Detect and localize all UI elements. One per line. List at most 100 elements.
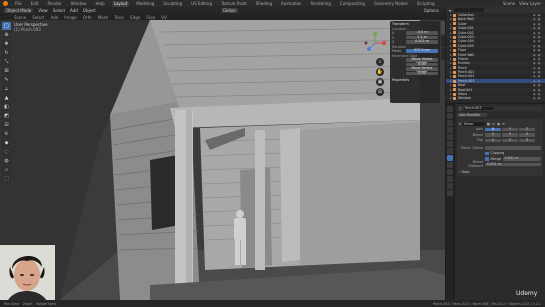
- measure-icon[interactable]: ⟂: [2, 85, 11, 93]
- header2-item[interactable]: Edge: [130, 15, 140, 20]
- zoom-icon[interactable]: ⌕: [376, 58, 384, 66]
- visibility-eye-icon[interactable]: ◉: [533, 96, 536, 100]
- tab-rendering[interactable]: Rendering: [308, 1, 332, 7]
- header2-item[interactable]: Add: [51, 15, 59, 20]
- modifier-wrench-icon[interactable]: [447, 155, 453, 161]
- view-layer-tab-icon[interactable]: [447, 127, 453, 133]
- menu-add[interactable]: Add: [70, 8, 78, 13]
- data-subpanel-header[interactable]: › Data: [459, 170, 541, 174]
- camera-render-icon[interactable]: ▣: [538, 96, 541, 100]
- physics-tab-icon[interactable]: [447, 169, 453, 175]
- 3d-viewport[interactable]: User Perspective (1) Porch.003 ⌕ ✋ ▣ ⊞: [0, 20, 445, 300]
- rotate-icon[interactable]: ↻: [2, 49, 11, 57]
- transform-section-header[interactable]: Transform: [392, 22, 438, 26]
- pan-hand-icon[interactable]: ✋: [376, 68, 384, 76]
- knife-icon[interactable]: ⚟: [2, 130, 11, 138]
- header2-item[interactable]: Orth: [83, 15, 92, 20]
- header2-item[interactable]: Mesh: [98, 15, 109, 20]
- mirror-object-field[interactable]: [485, 146, 541, 150]
- constraints-tab-icon[interactable]: [447, 176, 453, 182]
- move-icon[interactable]: ✥: [2, 40, 11, 48]
- axis-x-toggle[interactable]: X: [485, 127, 501, 131]
- scale-icon[interactable]: ⤡: [2, 58, 11, 66]
- tab-modeling[interactable]: Modeling: [134, 1, 156, 7]
- axis-y-toggle[interactable]: Y: [502, 127, 518, 131]
- edit-mode-toggle-icon[interactable]: ▦: [487, 122, 490, 126]
- inset-icon[interactable]: ◧: [2, 103, 11, 111]
- tab-sculpting[interactable]: Sculpting: [161, 1, 184, 7]
- tab-texture-paint[interactable]: Texture Paint: [219, 1, 249, 7]
- header2-item[interactable]: Select: [32, 15, 44, 20]
- menu-view[interactable]: View: [38, 8, 48, 13]
- bisect-y-toggle[interactable]: Y: [502, 132, 518, 137]
- tab-animation[interactable]: Animation: [279, 1, 303, 7]
- header2-item[interactable]: Tools: [114, 15, 124, 20]
- close-icon[interactable]: ✕: [502, 122, 505, 126]
- tab-tool[interactable]: [441, 35, 445, 47]
- tab-item[interactable]: [441, 22, 445, 34]
- rotation-mode-field[interactable]: XYZ Euler: [406, 49, 438, 53]
- viewport-toggle-icon[interactable]: ▭: [492, 122, 495, 126]
- clipping-checkbox[interactable]: [485, 151, 489, 155]
- view-layer-selector[interactable]: View Layer: [519, 1, 541, 6]
- annotate-icon[interactable]: ✎: [2, 76, 11, 84]
- merge-checkbox[interactable]: [485, 157, 489, 161]
- bevel-icon[interactable]: ◩: [2, 112, 11, 120]
- scene-tab-icon[interactable]: [447, 134, 453, 140]
- transform-orientation[interactable]: Global: [220, 8, 238, 13]
- particles-tab-icon[interactable]: [447, 162, 453, 168]
- scene-selector[interactable]: Scene: [503, 1, 515, 6]
- transform-icon[interactable]: ⊞: [2, 67, 11, 75]
- tab-layout[interactable]: Layout: [111, 0, 130, 7]
- cursor-icon[interactable]: ⊕: [2, 31, 11, 39]
- header2-item[interactable]: Face: [146, 15, 155, 20]
- merge-distance-field[interactable]: 0.001 m: [502, 156, 541, 161]
- filter-icon[interactable]: ▾: [449, 8, 451, 13]
- flip-z-toggle[interactable]: Z: [519, 138, 535, 142]
- output-tab-icon[interactable]: [447, 120, 453, 126]
- blender-logo-icon[interactable]: [3, 1, 8, 6]
- outliner-search-input[interactable]: [454, 8, 485, 12]
- menu-object[interactable]: Object: [83, 8, 96, 13]
- modifier-name-field[interactable]: Mirror: [462, 121, 485, 126]
- mode-selector[interactable]: Object Mode: [4, 8, 34, 13]
- render-toggle-icon[interactable]: ◉: [497, 122, 500, 126]
- location-z-field[interactable]: 0.502 m: [406, 40, 438, 44]
- add-cube-icon[interactable]: ⬚: [2, 175, 11, 183]
- bisect-x-toggle[interactable]: X: [485, 132, 501, 137]
- tab-shading[interactable]: Shading: [254, 1, 274, 7]
- collapse-chevron-icon[interactable]: ▾: [459, 122, 461, 126]
- render-tab-icon[interactable]: [447, 113, 453, 119]
- menu-edit[interactable]: Edit: [29, 1, 41, 7]
- select-box-icon[interactable]: ▢: [2, 22, 11, 30]
- data-tab-icon[interactable]: [447, 183, 453, 189]
- tab-compositing[interactable]: Compositing: [338, 1, 367, 7]
- object-name-field[interactable]: Porch.003: [463, 106, 494, 111]
- options-button[interactable]: Options: [424, 8, 439, 13]
- bisect-z-toggle[interactable]: Z: [519, 132, 535, 137]
- extra-field-2[interactable]: 0.00: [406, 71, 438, 76]
- object-tab-icon[interactable]: [447, 148, 453, 154]
- header2-item[interactable]: Scene: [14, 15, 26, 20]
- flip-x-toggle[interactable]: X: [485, 138, 501, 142]
- properties-section-header[interactable]: Properties: [392, 78, 438, 82]
- flip-y-toggle[interactable]: Y: [502, 138, 518, 142]
- world-tab-icon[interactable]: [447, 141, 453, 147]
- camera-icon[interactable]: ▣: [376, 78, 384, 86]
- smooth-icon[interactable]: ◍: [2, 157, 11, 165]
- tab-uv-editing[interactable]: UV Editing: [189, 1, 214, 7]
- menu-help[interactable]: Help: [93, 1, 106, 7]
- shear-icon[interactable]: ▱: [2, 166, 11, 174]
- navigation-gizmo-icon[interactable]: [362, 30, 388, 56]
- bisect-distance-field[interactable]: 0.001 m: [485, 162, 541, 166]
- menu-select[interactable]: Select: [53, 8, 65, 13]
- tab-view[interactable]: [441, 48, 445, 60]
- add-modifier-button[interactable]: Add Modifier: [457, 113, 487, 117]
- menu-file[interactable]: File: [13, 1, 24, 7]
- header2-item[interactable]: UV: [161, 15, 167, 20]
- spin-icon[interactable]: ◌: [2, 148, 11, 156]
- header2-item[interactable]: Image: [64, 15, 77, 20]
- outliner-row[interactable]: ▸ Window ◉ ▣: [446, 96, 545, 101]
- tab-geometry-nodes[interactable]: Geometry Nodes: [372, 1, 410, 7]
- menu-window[interactable]: Window: [69, 1, 89, 7]
